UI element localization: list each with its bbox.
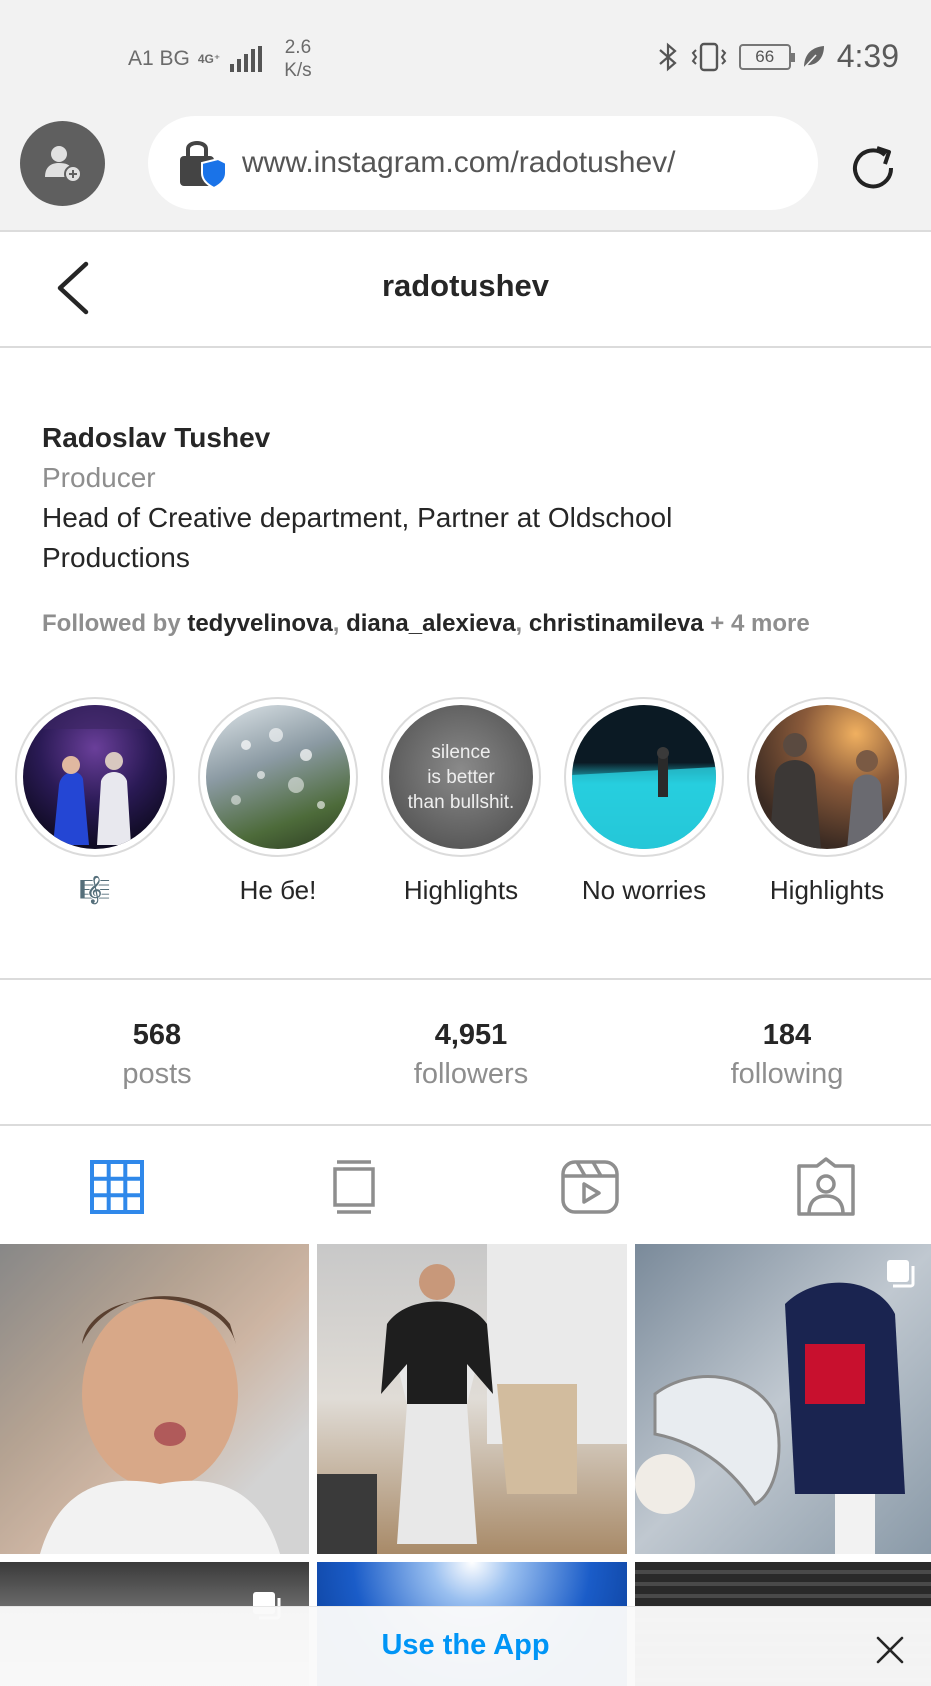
- status-left: A1 BG 4G⁺ 2.6 K/s: [128, 36, 312, 82]
- page-title: radotushev: [381, 268, 550, 303]
- bluetooth-icon: [658, 42, 677, 71]
- followers-count: 4,951: [434, 1019, 508, 1051]
- carrier-label: A1 BG: [128, 47, 190, 70]
- open-app-banner: Use the App: [0, 1606, 931, 1686]
- tagged-tab-icon[interactable]: [795, 1156, 857, 1218]
- highlight-ring: [564, 697, 724, 857]
- profile-bio: Radoslav Tushev Producer Head of Creativ…: [42, 418, 902, 578]
- highlight-cover: [755, 705, 899, 849]
- reload-icon[interactable]: [845, 140, 901, 196]
- browser-toolbar: www.instagram.com/radotushev/: [0, 110, 931, 232]
- highlight-label: 🎼: [78, 875, 112, 905]
- bio-line: Productions: [42, 542, 190, 573]
- multiple-images-icon: [887, 1260, 915, 1288]
- speed-unit: K/s: [284, 60, 312, 81]
- followed-by-prefix: Followed by: [42, 610, 188, 637]
- grid-tab-icon[interactable]: [86, 1156, 148, 1218]
- status-bar: A1 BG 4G⁺ 2.6 K/s 66 4:39: [0, 0, 931, 110]
- highlight-item[interactable]: Highlights: [743, 697, 911, 906]
- highlight-cover: silence is better than bullshit.: [389, 705, 533, 849]
- profile-tabs: [0, 1126, 931, 1244]
- highlight-cover: [206, 705, 350, 849]
- highlight-label: No worries: [581, 875, 707, 905]
- highlight-label: Highlights: [403, 875, 519, 905]
- bio-line: Head of Creative department, Partner at …: [42, 502, 673, 533]
- posts-label: posts: [122, 1058, 192, 1090]
- following-stat[interactable]: 184 following: [667, 1016, 907, 1094]
- followers-stat[interactable]: 4,951 followers: [351, 1016, 591, 1094]
- cover-text: is better: [427, 766, 495, 788]
- speed-value: 2.6: [284, 37, 312, 58]
- highlight-ring: silence is better than bullshit.: [381, 697, 541, 857]
- post-thumbnail[interactable]: [635, 1244, 931, 1554]
- reels-tab-icon[interactable]: [559, 1156, 621, 1218]
- highlight-cover: [23, 705, 167, 849]
- highlight-ring: [747, 697, 907, 857]
- use-app-link[interactable]: Use the App: [0, 1629, 931, 1662]
- full-name: Radoslav Tushev: [42, 422, 271, 453]
- close-icon[interactable]: [875, 1635, 905, 1665]
- follower-link[interactable]: christinamileva: [529, 610, 704, 637]
- highlight-item[interactable]: No worries: [560, 697, 728, 906]
- status-right: 66 4:39: [657, 38, 899, 75]
- follower-link[interactable]: diana_alexieva: [346, 610, 515, 637]
- cover-text: silence: [431, 741, 491, 763]
- followed-by-more[interactable]: + 4 more: [704, 610, 809, 637]
- highlight-item[interactable]: silence is better than bullshit. Highlig…: [377, 697, 545, 906]
- posts-stat[interactable]: 568 posts: [37, 1016, 277, 1094]
- browser-profile-button[interactable]: [20, 121, 105, 206]
- battery-icon: 66: [738, 43, 795, 70]
- posts-count: 568: [132, 1019, 182, 1051]
- story-highlights: 🎼 Не бе! silence is better than bullshit…: [0, 697, 931, 907]
- post-thumbnail[interactable]: [0, 1244, 309, 1554]
- clock: 4:39: [836, 38, 899, 74]
- separator: ,: [515, 610, 529, 637]
- followers-label: followers: [413, 1058, 529, 1090]
- battery-level: 66: [755, 46, 775, 66]
- profile-stats: 568 posts 4,951 followers 184 following: [0, 978, 931, 1126]
- highlight-label: Highlights: [769, 875, 885, 905]
- url-text: www.instagram.com/radotushev/: [242, 146, 676, 179]
- feed-tab-icon[interactable]: [323, 1156, 385, 1218]
- separator: ,: [332, 610, 347, 637]
- network-type: 4G⁺: [197, 52, 221, 66]
- leaf-icon: [803, 45, 824, 69]
- highlight-cover: [572, 705, 716, 849]
- secure-lock-icon: [180, 141, 226, 190]
- following-count: 184: [762, 1019, 812, 1051]
- highlight-item[interactable]: 🎼: [11, 697, 179, 906]
- highlight-item[interactable]: Не бе!: [194, 697, 362, 906]
- cover-text: than bullshit.: [407, 791, 515, 813]
- address-bar[interactable]: www.instagram.com/radotushev/: [148, 116, 818, 210]
- followed-by[interactable]: Followed by tedyvelinova, diana_alexieva…: [42, 610, 810, 638]
- following-label: following: [730, 1058, 844, 1090]
- post-thumbnail[interactable]: [317, 1244, 627, 1554]
- network-speed: 2.6 K/s: [284, 36, 311, 82]
- profile-category: Producer: [42, 462, 156, 493]
- add-user-icon: [44, 145, 82, 183]
- profile-header: radotushev: [0, 234, 931, 348]
- signal-icon: [230, 46, 263, 72]
- highlight-ring: [15, 697, 175, 857]
- vibrate-icon: [691, 42, 727, 71]
- highlight-ring: [198, 697, 358, 857]
- follower-link[interactable]: tedyvelinova: [187, 610, 332, 637]
- highlight-label: Не бе!: [239, 875, 317, 905]
